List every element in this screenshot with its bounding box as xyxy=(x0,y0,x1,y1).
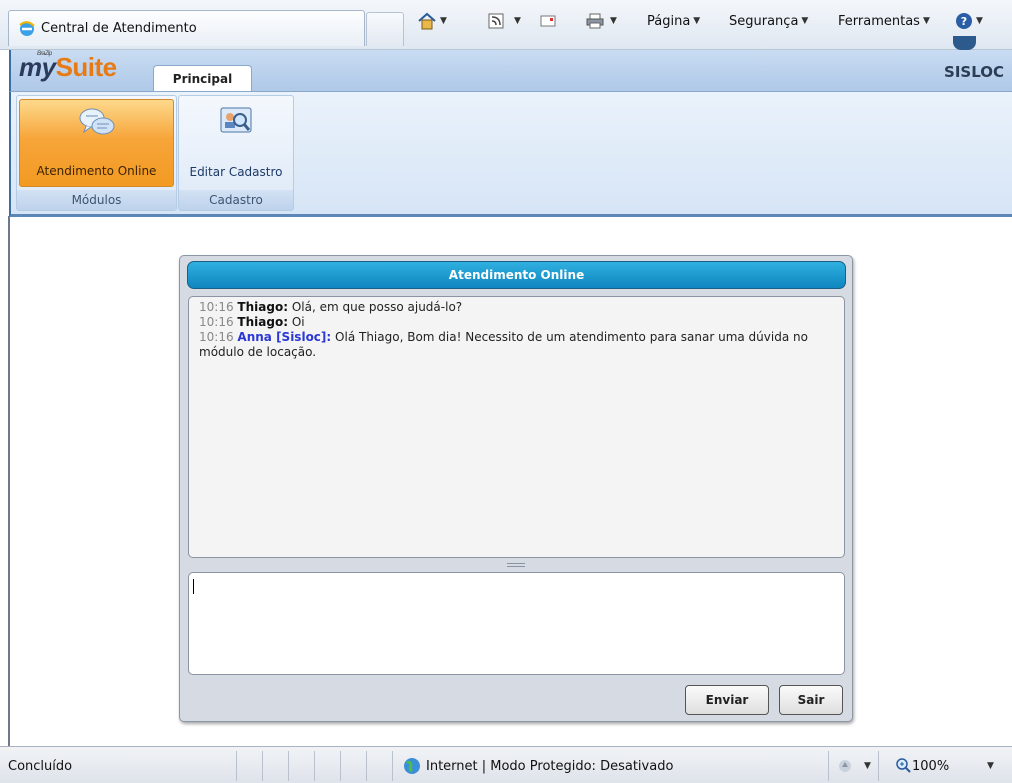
status-divider xyxy=(366,751,367,781)
browser-tab[interactable]: Central de Atendimento xyxy=(8,10,365,46)
logo-suite: Suite xyxy=(55,52,118,82)
print-button[interactable]: ▼ xyxy=(586,10,617,32)
status-divider xyxy=(314,751,315,781)
chevron-down-icon[interactable]: ▼ xyxy=(987,761,994,771)
chevron-down-icon[interactable]: ▼ xyxy=(864,761,871,771)
message-user: Anna [Sisloc]: xyxy=(237,330,332,344)
zoom-level[interactable]: 100% xyxy=(912,759,949,774)
status-divider xyxy=(262,751,263,781)
page-menu[interactable]: Página ▼ xyxy=(647,10,700,32)
home-button[interactable]: ▼ xyxy=(417,10,447,32)
mail-button[interactable] xyxy=(540,10,556,32)
tab-principal[interactable]: Principal xyxy=(153,65,252,92)
chat-message: 10:16 Thiago: Oi xyxy=(199,315,834,330)
app-header: BraZip mySuite Principal SISLOC Atendime… xyxy=(9,50,1012,217)
status-text: Concluído xyxy=(8,759,73,774)
mail-icon xyxy=(540,15,556,27)
message-time: 10:16 xyxy=(199,315,234,329)
protected-mode-icon xyxy=(839,760,851,772)
security-menu[interactable]: Segurança ▼ xyxy=(729,10,808,32)
group-label-cadastro: Cadastro xyxy=(179,190,293,210)
chat-window: Atendimento Online 10:16 Thiago: Olá, em… xyxy=(179,255,853,722)
toolbar-decoration xyxy=(953,36,976,50)
message-time: 10:16 xyxy=(199,330,234,344)
status-divider xyxy=(828,751,829,781)
profile-search-icon xyxy=(220,107,252,133)
chat-bubbles-icon xyxy=(79,108,114,135)
status-divider xyxy=(236,751,237,781)
chat-message: 10:16 Anna [Sisloc]: Olá Thiago, Bom dia… xyxy=(199,330,834,360)
message-user: Thiago: xyxy=(237,300,288,314)
atendimento-online-button[interactable]: Atendimento Online xyxy=(19,99,174,187)
chevron-down-icon: ▼ xyxy=(976,16,983,26)
group-label-modulos: Módulos xyxy=(17,190,176,210)
chevron-down-icon: ▼ xyxy=(922,16,930,26)
message-user: Thiago: xyxy=(237,315,288,329)
tools-menu[interactable]: Ferramentas ▼ xyxy=(838,10,930,32)
chevron-down-icon: ▼ xyxy=(693,16,701,26)
editar-cadastro-label: Editar Cadastro xyxy=(189,165,283,179)
chevron-down-icon: ▼ xyxy=(514,16,521,26)
message-time: 10:16 xyxy=(199,300,234,314)
message-text: Oi xyxy=(291,315,305,329)
page-border xyxy=(8,216,10,746)
status-divider xyxy=(288,751,289,781)
page-menu-label: Página xyxy=(647,13,691,29)
help-icon: ? xyxy=(956,13,972,29)
tools-menu-label: Ferramentas xyxy=(838,13,920,29)
mysuite-logo: BraZip mySuite xyxy=(19,51,118,83)
svg-text:?: ? xyxy=(961,15,967,28)
home-icon xyxy=(418,12,436,30)
help-button[interactable]: ? ▼ xyxy=(955,10,983,32)
chevron-down-icon: ▼ xyxy=(440,16,447,26)
status-divider xyxy=(392,751,393,781)
chat-title: Atendimento Online xyxy=(187,261,846,289)
zoom-icon xyxy=(896,758,911,773)
browser-toolbar: Central de Atendimento ▼ ▼ ▼ Página ▼ Se… xyxy=(0,0,1012,50)
chat-history[interactable]: 10:16 Thiago: Olá, em que posso ajudá-lo… xyxy=(188,296,845,558)
company-name: SISLOC xyxy=(944,63,1004,81)
ribbon-group-modulos: Atendimento Online Módulos xyxy=(16,95,177,211)
globe-icon xyxy=(404,758,420,774)
atendimento-online-label: Atendimento Online xyxy=(36,164,157,178)
logo-brand: BraZip xyxy=(37,51,52,57)
ribbon-group-cadastro: Editar Cadastro Cadastro xyxy=(178,95,294,211)
app-title-bar: BraZip mySuite Principal SISLOC xyxy=(9,50,1012,92)
resize-grip[interactable] xyxy=(507,563,525,567)
message-text: Olá, em que posso ajudá-lo? xyxy=(291,300,463,314)
security-menu-label: Segurança xyxy=(729,13,799,29)
chat-message: 10:16 Thiago: Olá, em que posso ajudá-lo… xyxy=(199,300,834,315)
status-divider xyxy=(340,751,341,781)
chevron-down-icon: ▼ xyxy=(801,16,809,26)
text-cursor xyxy=(193,579,194,594)
status-divider xyxy=(878,751,879,781)
rss-icon xyxy=(488,13,504,29)
security-zone[interactable]: Internet | Modo Protegido: Desativado xyxy=(426,759,673,774)
message-input[interactable] xyxy=(188,572,845,675)
ribbon: Atendimento Online Módulos Editar Cadast… xyxy=(9,91,1012,217)
send-button[interactable]: Enviar xyxy=(685,685,769,715)
ie-logo-icon xyxy=(19,21,35,36)
feeds-button[interactable]: ▼ xyxy=(488,10,521,32)
printer-icon xyxy=(586,13,604,29)
new-tab-button[interactable] xyxy=(366,12,404,46)
editar-cadastro-button[interactable]: Editar Cadastro xyxy=(181,99,291,187)
chevron-down-icon: ▼ xyxy=(610,16,617,26)
exit-button[interactable]: Sair xyxy=(779,685,843,715)
status-bar: Concluído Internet | Modo Protegido: Des… xyxy=(0,746,1012,783)
browser-tab-title: Central de Atendimento xyxy=(41,21,197,36)
